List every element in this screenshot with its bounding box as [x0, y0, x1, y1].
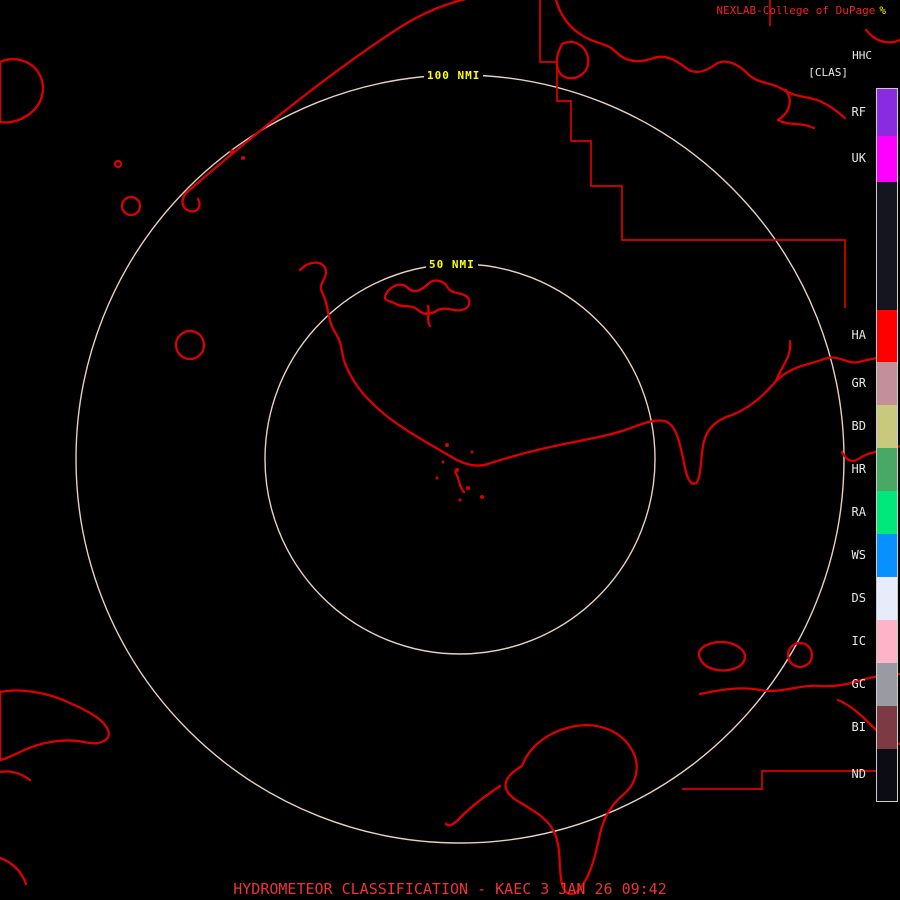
brand-icon: %	[879, 4, 886, 17]
coastline-right-island	[699, 642, 745, 670]
range-rings	[76, 75, 844, 843]
coastline-island-hook	[428, 306, 430, 326]
island-speck	[436, 477, 439, 480]
coastline-topright-3	[866, 30, 900, 42]
legend-segment-blank	[877, 182, 897, 310]
range-ring-50nmi	[265, 264, 655, 654]
legend-segment-RA	[877, 491, 897, 534]
island-speck	[445, 443, 449, 447]
product-code: HHC	[852, 49, 872, 62]
radar-map	[0, 0, 900, 900]
legend-segment-GC	[877, 663, 897, 706]
legend-segment-GR	[877, 362, 897, 405]
range-ring-100nmi	[76, 75, 844, 843]
radar-display: 100 NMI 50 NMI NEXLAB-College of DuPage%…	[0, 0, 900, 900]
coastline-bottom-tail	[446, 786, 500, 825]
legend-segment-RF	[877, 89, 897, 136]
coastline-left-blob	[0, 691, 109, 761]
coastline-arc-hook	[183, 193, 200, 211]
brand-text: NEXLAB-College of DuPage	[716, 4, 875, 17]
coastline-island-squiggle	[385, 281, 470, 314]
legend-segment-DS	[877, 577, 897, 620]
island-speck	[466, 486, 470, 490]
coastline-topright-1	[556, 0, 845, 118]
island-speck	[455, 468, 459, 472]
legend-segment-ND	[877, 749, 897, 801]
lake-circle-2	[176, 331, 204, 359]
lake-circle-4	[115, 161, 121, 167]
coastlines	[0, 0, 900, 894]
coastline-topright-blob	[557, 42, 588, 78]
legend-segment-HR	[877, 448, 897, 491]
island-specks	[230, 150, 485, 502]
legend-segment-UK	[877, 136, 897, 182]
product-title-bar: HYDROMETEOR CLASSIFICATION - KAEC 3 JAN …	[0, 880, 900, 898]
island-speck	[230, 150, 235, 155]
product-tag: [CLAS]	[808, 66, 848, 79]
range-ring-label-50nmi: 50 NMI	[426, 257, 478, 272]
coastline-top-arc	[186, 0, 470, 193]
legend-bar	[876, 88, 898, 802]
range-ring-label-100nmi: 100 NMI	[424, 68, 483, 83]
coastline-center-squiggle	[455, 472, 464, 492]
island-speck	[459, 499, 462, 502]
coastline-main	[300, 263, 882, 484]
legend-segment-BI	[877, 706, 897, 749]
island-speck	[480, 495, 484, 499]
coastline-left-line	[0, 771, 30, 780]
island-speck	[241, 156, 245, 160]
boundary-bottom-right	[682, 771, 898, 789]
legend-segment-WS	[877, 534, 897, 577]
lake-circle-1	[122, 197, 140, 215]
lake-circles	[115, 161, 812, 667]
legend-segment-IC	[877, 620, 897, 663]
coastline-right-1	[700, 674, 900, 694]
island-speck	[442, 461, 445, 464]
legend-segment-HA	[877, 310, 897, 362]
lake-circle-3	[788, 643, 812, 667]
brand-banner: NEXLAB-College of DuPage%	[716, 4, 886, 17]
island-speck	[471, 451, 474, 454]
coastline-topleft-blob	[0, 59, 43, 122]
legend-segment-BD	[877, 405, 897, 448]
